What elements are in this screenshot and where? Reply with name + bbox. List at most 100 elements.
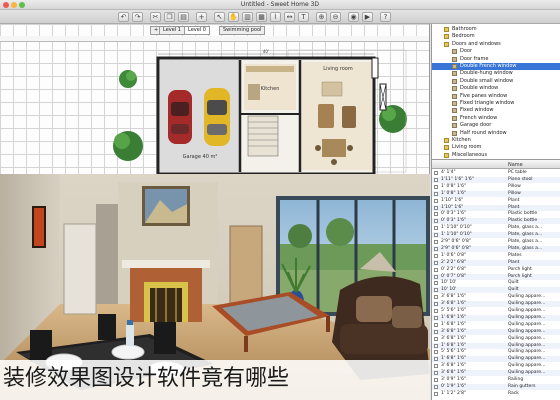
furniture-row[interactable]: 3' 6'8" 1'6" Quiling appare...	[432, 301, 560, 308]
furniture-row[interactable]: 10' 10' Quilt	[432, 280, 560, 286]
catalog-item[interactable]: Five panes window	[432, 93, 560, 100]
catalog-item[interactable]: Door	[432, 48, 560, 55]
sofa[interactable]	[318, 104, 334, 128]
furniture-row[interactable]: 0' 0'3" 1'6" Plastic bottle	[432, 218, 560, 225]
pan-mode-icon[interactable]: ✋	[228, 12, 239, 22]
create-polylines-icon[interactable]: ⌇	[270, 12, 281, 22]
furniture-row[interactable]: 3' 6'8" 1'6" Quiling appare...	[432, 336, 560, 342]
furniture-row[interactable]: 3' 6'8" 1'6" Quiling appare...	[432, 294, 560, 300]
furniture-catalog[interactable]: Bathroom Bedroom Doors and windows Door Door…	[432, 24, 560, 160]
furniture-row[interactable]: 1' 6'8" 1'6" Quiling appare...	[432, 342, 560, 349]
catalog-item[interactable]: Garage door	[432, 122, 560, 129]
red-car[interactable]	[168, 90, 192, 144]
catalog-item[interactable]: Double small window	[432, 78, 560, 85]
yellow-car[interactable]	[204, 88, 230, 146]
visible-checkbox[interactable]	[434, 322, 438, 327]
visible-checkbox[interactable]	[434, 295, 438, 300]
french-window[interactable]	[379, 83, 387, 111]
furniture-row[interactable]: 1' 1'10" 0'10" Plate, glass a...	[432, 225, 560, 231]
visible-checkbox[interactable]	[434, 281, 438, 286]
furniture-row[interactable]: 1' 1'10" 0'10" Plate, glass a...	[432, 232, 560, 239]
create-photo-icon[interactable]: ◉	[348, 12, 359, 22]
catalog-item[interactable]: Door frame	[432, 56, 560, 63]
furniture-row[interactable]: 1' 1'2" 2'8" Rack	[432, 391, 560, 397]
furniture-row[interactable]: 3' 6'8" 1'6" Quiling appare...	[432, 363, 560, 369]
catalog-item[interactable]: Fixed triangle window	[432, 100, 560, 107]
furniture-row[interactable]: 1' 6'8" 1'6" Quiling appare...	[432, 322, 560, 328]
wooden-door[interactable]	[229, 225, 263, 307]
staircase[interactable]	[247, 115, 279, 157]
furniture-row[interactable]: 2'9" 0'6" 0'8" Plate, glass a...	[432, 239, 560, 245]
fireplace[interactable]	[122, 260, 210, 322]
coffee-table[interactable]	[321, 81, 343, 97]
furniture-row[interactable]: 1' 0'6" 0'8" Plates	[432, 253, 560, 259]
dining-table[interactable]	[322, 139, 346, 157]
visible-checkbox[interactable]	[434, 171, 438, 175]
visible-checkbox[interactable]	[434, 240, 438, 244]
furniture-row[interactable]: 1'10" 1'6" Plant	[432, 204, 560, 211]
furniture-row[interactable]: 5' 5'6" 1'6" Quiling appare...	[432, 349, 560, 355]
copy-icon[interactable]: ❐	[164, 12, 175, 22]
visible-checkbox[interactable]	[434, 384, 438, 389]
create-dimensions-icon[interactable]: ↔	[284, 12, 295, 22]
catalog-folder[interactable]: Kitchen	[432, 137, 560, 144]
furniture-row[interactable]: 1' 6'8" 1'6" Quiling appare...	[432, 356, 560, 363]
plan-view[interactable]: + Level 1 Level 0 Swimming pool Garage 4…	[0, 24, 430, 174]
furniture-row[interactable]: 2'9" 0'6" 0'8" Plate, glass a...	[432, 245, 560, 252]
furniture-row[interactable]: 1' 0'8" 1'6" Pillow	[432, 190, 560, 197]
visible-checkbox[interactable]	[434, 267, 438, 272]
undo-icon[interactable]: ↶	[118, 12, 129, 22]
visible-checkbox[interactable]	[434, 198, 438, 203]
furniture-row[interactable]: 2' 2'2" 6'8" Plant	[432, 259, 560, 266]
furniture-row[interactable]: 0' 1'9" 1'6" Rain gutters	[432, 383, 560, 390]
visible-checkbox[interactable]	[434, 226, 438, 231]
column-header-name[interactable]: Name	[508, 161, 523, 169]
furniture-row[interactable]: 5' 5'6" 1'6" Quiling appare...	[432, 308, 560, 314]
visible-checkbox[interactable]	[434, 260, 438, 265]
zoom-out-icon[interactable]: ⊖	[330, 12, 341, 22]
visible-checkbox[interactable]	[434, 350, 438, 355]
catalog-folder[interactable]: Bathroom	[432, 26, 560, 33]
floor-plan-drawing[interactable]: Garage 40 m² Kitchen Living room 40'	[0, 24, 430, 174]
furniture-list[interactable]: Name 4' 1'4" PC table 1'11" 1'6" 1'6" Piano…	[432, 161, 560, 400]
furniture-row[interactable]: 3' 6'8" 1'6" Quiling appare...	[432, 370, 560, 377]
catalog-item[interactable]: French window	[432, 115, 560, 122]
visible-checkbox[interactable]	[434, 391, 438, 396]
visible-checkbox[interactable]	[434, 184, 438, 189]
catalog-folder[interactable]: Miscellaneous	[432, 152, 560, 159]
catalog-folder[interactable]: Bedroom	[432, 33, 560, 40]
visible-checkbox[interactable]	[434, 205, 438, 210]
catalog-folder[interactable]: Doors and windows	[432, 41, 560, 48]
catalog-item[interactable]: Half round window	[432, 130, 560, 137]
furniture-row[interactable]: 1' 6'8" 1'6" Quiling appare...	[432, 314, 560, 321]
visible-checkbox[interactable]	[434, 378, 438, 382]
add-furniture-icon[interactable]: +	[196, 12, 207, 22]
visible-checkbox[interactable]	[434, 288, 438, 293]
select-mode-icon[interactable]: ↖	[214, 12, 225, 22]
zoom-in-icon[interactable]: ⊕	[316, 12, 327, 22]
painting[interactable]	[142, 186, 190, 226]
catalog-folder[interactable]: Living room	[432, 144, 560, 151]
visible-checkbox[interactable]	[434, 343, 438, 348]
visible-checkbox[interactable]	[434, 336, 438, 341]
furniture-row[interactable]: 0' 0'7" 0'8" Porch light	[432, 273, 560, 280]
catalog-item[interactable]: Double window	[432, 85, 560, 92]
furniture-row[interactable]: 1'11" 1'6" 1'6" Piano stool	[432, 176, 560, 183]
visible-checkbox[interactable]	[434, 309, 438, 313]
create-walls-icon[interactable]: ▥	[242, 12, 253, 22]
create-video-icon[interactable]: ▶	[362, 12, 373, 22]
visible-checkbox[interactable]	[434, 302, 438, 307]
furniture-row[interactable]: 4' 1'4" PC table	[432, 170, 560, 176]
furniture-row[interactable]: 0' 0'3" 1'6" Plastic bottle	[432, 211, 560, 217]
paste-icon[interactable]: ▤	[178, 12, 189, 22]
visible-checkbox[interactable]	[434, 177, 438, 182]
furniture-row[interactable]: 1' 0'8" 1'6" Pillow	[432, 184, 560, 190]
armchair[interactable]	[342, 106, 356, 128]
visible-checkbox[interactable]	[434, 371, 438, 376]
furniture-row[interactable]: 3' 0'9" 1'6" Railing	[432, 377, 560, 383]
visible-checkbox[interactable]	[434, 274, 438, 279]
furniture-row[interactable]: 10' 10' Quilt	[432, 287, 560, 294]
visible-checkbox[interactable]	[434, 233, 438, 238]
create-rooms-icon[interactable]: ▦	[256, 12, 267, 22]
visible-checkbox[interactable]	[434, 364, 438, 369]
